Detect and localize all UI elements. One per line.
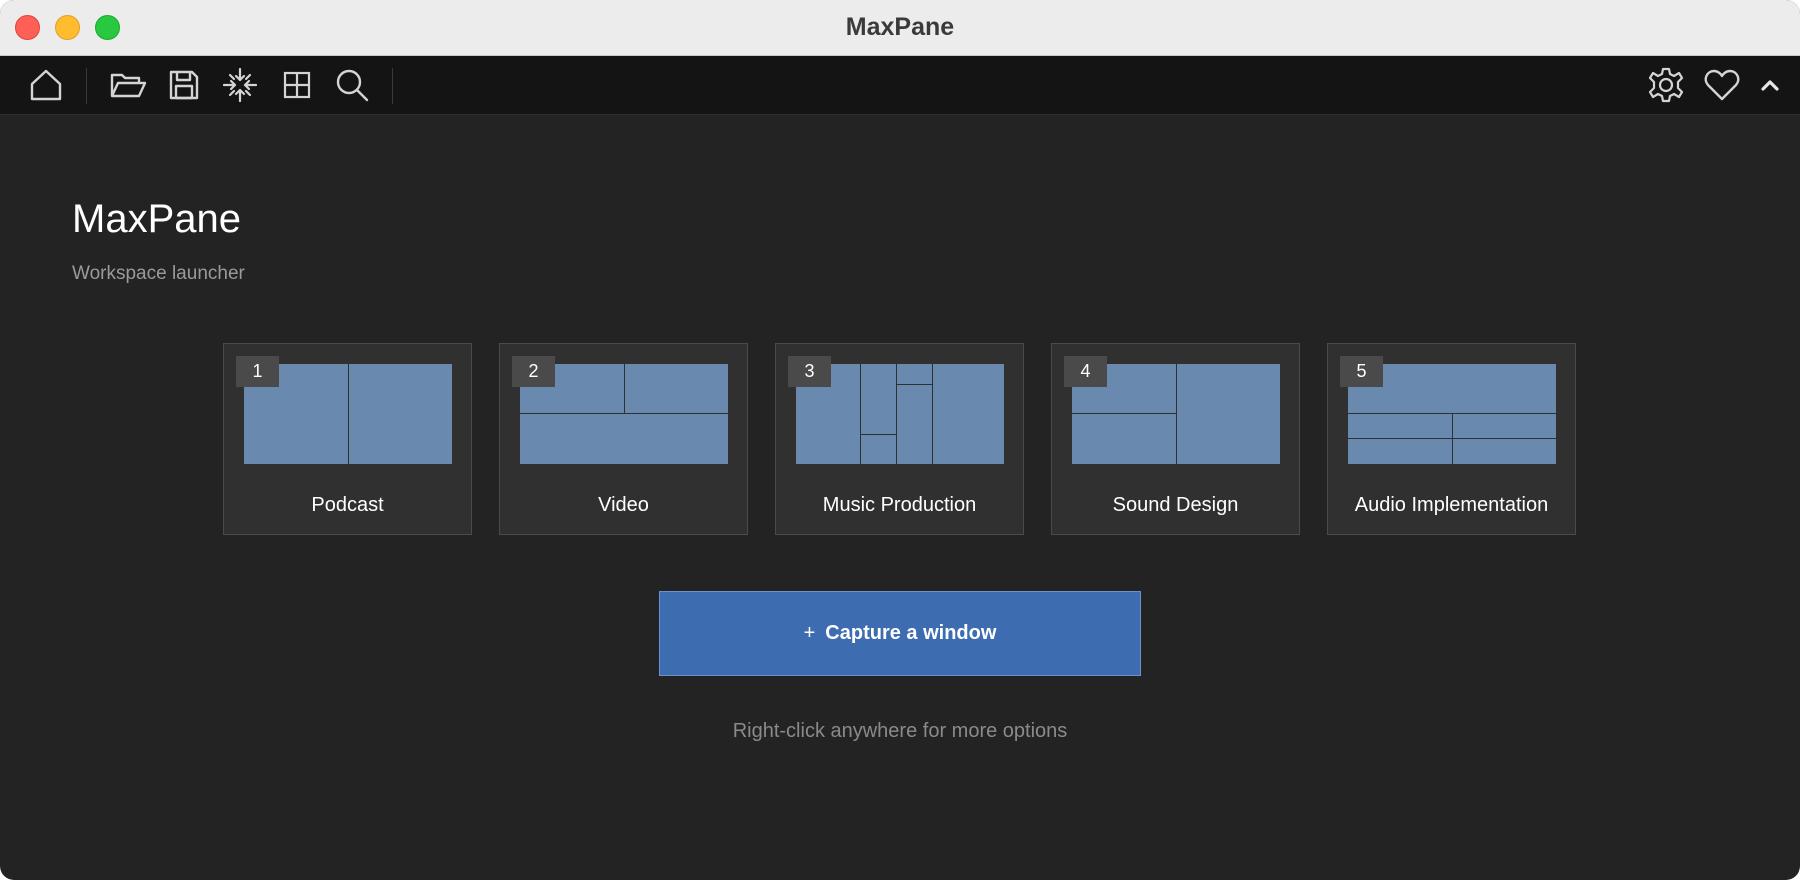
- workspace-number: 4: [1064, 356, 1107, 387]
- workspace-card-music-production[interactable]: 3 Music Production: [775, 343, 1024, 535]
- page-title: MaxPane: [72, 197, 241, 241]
- workspace-label: Audio Implementation: [1354, 494, 1549, 516]
- chevron-up-icon[interactable]: [1750, 65, 1790, 105]
- capture-window-button[interactable]: + Capture a window: [659, 591, 1141, 676]
- plus-icon: +: [803, 622, 816, 644]
- folder-open-icon[interactable]: [108, 65, 148, 105]
- app-window: MaxPane MaxPane Workspace launcher 1 Pod…: [0, 0, 1800, 880]
- collapse-icon[interactable]: [220, 65, 260, 105]
- home-icon[interactable]: [26, 65, 66, 105]
- capture-window-label: Capture a window: [825, 622, 997, 644]
- workspace-label: Sound Design: [1112, 494, 1239, 516]
- workspace-number: 2: [512, 356, 555, 387]
- page-subtitle: Workspace launcher: [72, 263, 245, 284]
- workspace-number: 1: [236, 356, 279, 387]
- toolbar-separator: [392, 68, 393, 104]
- workspace-card-podcast[interactable]: 1 Podcast: [223, 343, 472, 535]
- title-bar: MaxPane: [0, 0, 1800, 56]
- search-icon[interactable]: [332, 65, 372, 105]
- workspace-number: 5: [1340, 356, 1383, 387]
- heart-icon[interactable]: [1702, 65, 1742, 105]
- save-icon[interactable]: [164, 65, 204, 105]
- workspace-label: Podcast: [311, 494, 384, 516]
- workspace-label: Video: [598, 494, 649, 516]
- main-content[interactable]: MaxPane Workspace launcher 1 Podcast 2 V…: [0, 115, 1800, 880]
- window-title: MaxPane: [845, 13, 955, 41]
- workspace-card-sound-design[interactable]: 4 Sound Design: [1051, 343, 1300, 535]
- toolbar: [0, 56, 1800, 115]
- workspace-label: Music Production: [822, 494, 977, 516]
- gear-icon[interactable]: [1646, 65, 1686, 105]
- grid-icon[interactable]: [277, 65, 317, 105]
- toolbar-separator: [86, 68, 87, 104]
- hint-text: Right-click anywhere for more options: [732, 720, 1068, 742]
- workspace-card-video[interactable]: 2 Video: [499, 343, 748, 535]
- workspace-number: 3: [788, 356, 831, 387]
- workspace-card-audio-implementation[interactable]: 5 Audio Implementation: [1327, 343, 1576, 535]
